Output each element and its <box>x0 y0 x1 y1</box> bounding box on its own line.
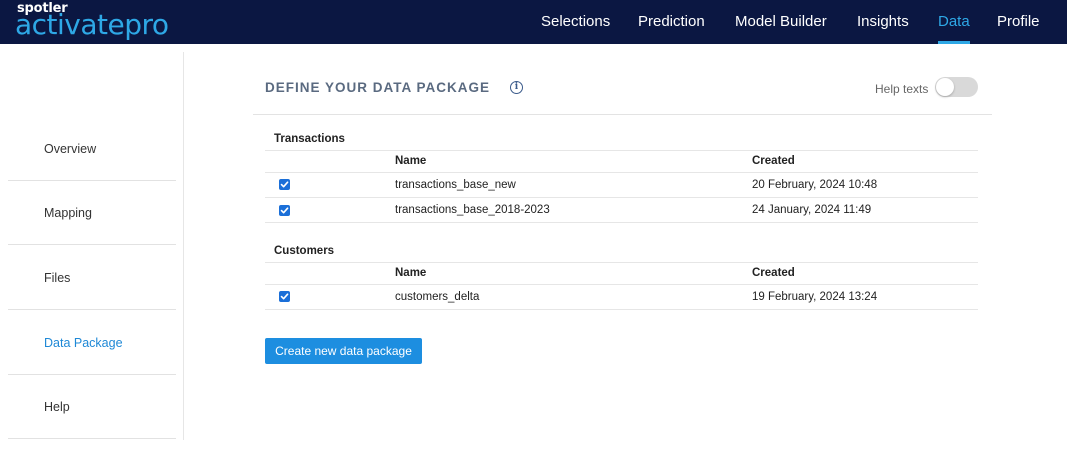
sidebar-divider <box>183 52 184 440</box>
help-texts-label: Help texts <box>875 82 929 96</box>
nav-selections[interactable]: Selections <box>541 13 610 31</box>
sidebar-separator <box>8 180 176 181</box>
table-divider <box>265 197 978 198</box>
table-divider <box>265 284 978 285</box>
nav-insights[interactable]: Insights <box>857 13 909 31</box>
table-divider <box>265 309 978 310</box>
sidebar-item-help[interactable]: Help <box>44 400 70 414</box>
row-created: 24 January, 2024 11:49 <box>752 204 872 216</box>
table-divider <box>265 222 978 223</box>
sidebar-item-files[interactable]: Files <box>44 271 70 285</box>
sidebar-item-data-package[interactable]: Data Package <box>44 336 123 350</box>
table-divider <box>265 262 978 263</box>
sidebar-separator <box>8 244 176 245</box>
sidebar-separator <box>8 309 176 310</box>
section-title-customers: Customers <box>274 245 335 257</box>
row-name: customers_delta <box>395 291 480 303</box>
logo-brand-main[interactable]: activatepro <box>15 8 169 42</box>
sidebar-item-mapping[interactable]: Mapping <box>44 206 92 220</box>
column-header-name: Name <box>395 267 427 279</box>
table-divider <box>265 172 978 173</box>
page-title: DEFINE YOUR DATA PACKAGE <box>265 80 491 95</box>
column-header-name: Name <box>395 155 427 167</box>
checkmark-icon <box>280 207 289 214</box>
top-navigation-bar: spotler activatepro Selections Predictio… <box>0 0 1067 44</box>
checkmark-icon <box>280 181 289 188</box>
sidebar-separator <box>8 374 176 375</box>
column-header-created: Created <box>752 155 795 167</box>
nav-prediction[interactable]: Prediction <box>638 13 705 31</box>
help-texts-toggle[interactable] <box>935 77 978 97</box>
row-created: 19 February, 2024 13:24 <box>752 291 878 303</box>
section-title-transactions: Transactions <box>274 133 345 145</box>
create-data-package-button[interactable]: Create new data package <box>265 338 422 364</box>
header-divider <box>253 114 992 115</box>
nav-data[interactable]: Data <box>938 13 970 31</box>
row-created: 20 February, 2024 10:48 <box>752 179 878 191</box>
nav-model-builder[interactable]: Model Builder <box>735 13 827 31</box>
info-icon[interactable]: i <box>510 81 523 94</box>
row-checkbox[interactable] <box>279 205 290 216</box>
sidebar-item-overview[interactable]: Overview <box>44 142 96 156</box>
row-checkbox[interactable] <box>279 179 290 190</box>
sidebar-separator <box>8 438 176 439</box>
nav-active-indicator <box>938 41 970 44</box>
column-header-created: Created <box>752 267 795 279</box>
nav-profile[interactable]: Profile <box>997 13 1040 31</box>
checkmark-icon <box>280 293 289 300</box>
row-checkbox[interactable] <box>279 291 290 302</box>
toggle-knob <box>936 78 954 96</box>
row-name: transactions_base_new <box>395 179 516 191</box>
table-divider <box>265 150 978 151</box>
row-name: transactions_base_2018-2023 <box>395 204 550 216</box>
